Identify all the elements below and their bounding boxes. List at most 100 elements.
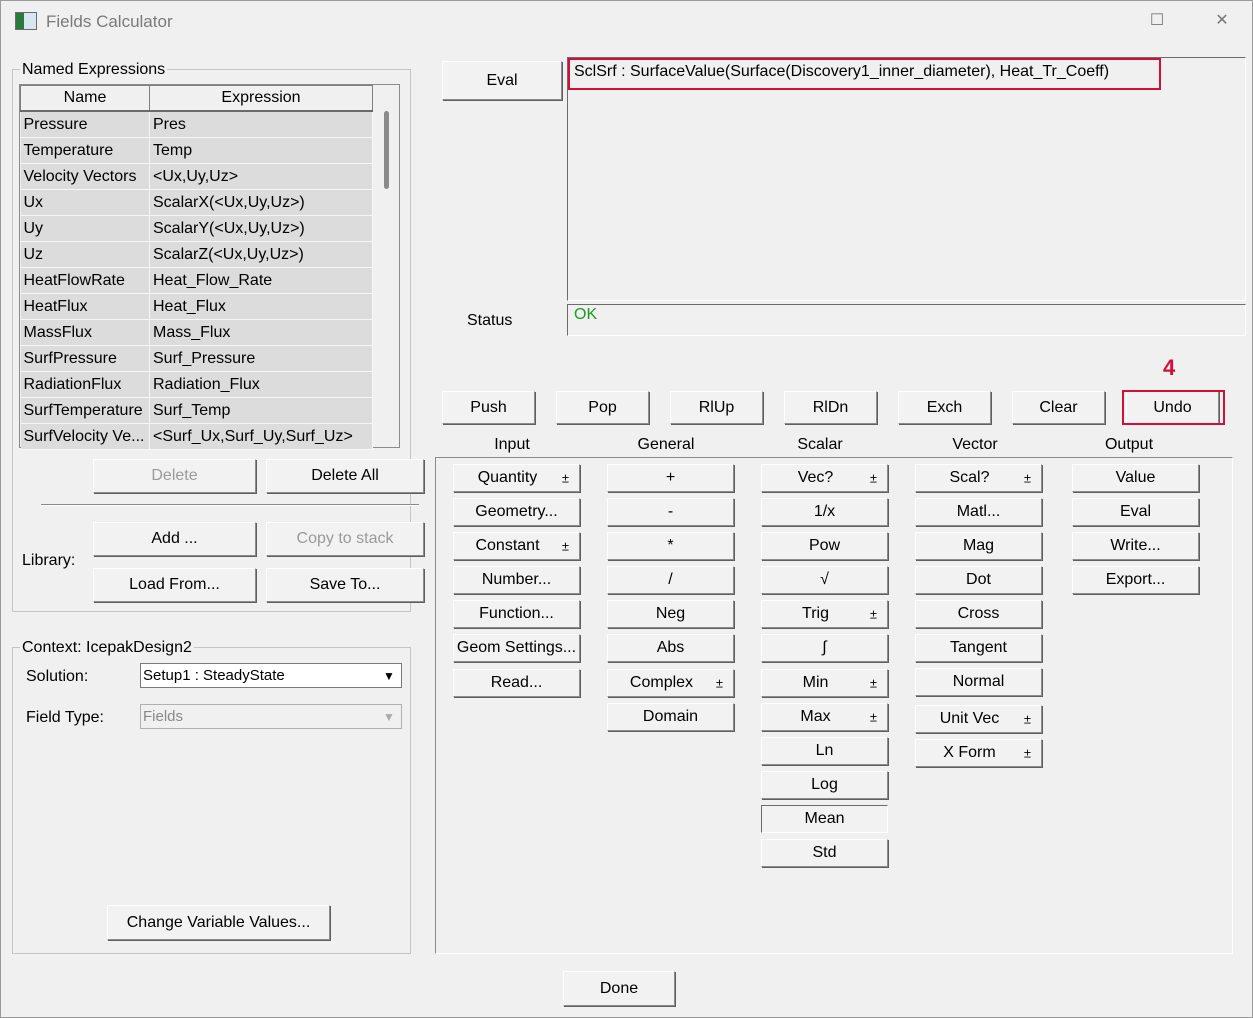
vector-normal-button[interactable]: Normal <box>915 668 1042 696</box>
general-op3-button[interactable]: / <box>607 566 734 594</box>
column-header-expression[interactable]: Expression <box>149 85 373 112</box>
cell-expression[interactable]: Heat_Flux <box>149 293 373 320</box>
table-row[interactable]: RadiationFlux Radiation_Flux <box>20 371 373 398</box>
vector-cross-button[interactable]: Cross <box>915 600 1042 628</box>
input-geometry-button[interactable]: Geometry... <box>453 498 580 526</box>
table-row[interactable]: Uy ScalarY(<Ux,Uy,Uz>) <box>20 215 373 242</box>
cell-expression[interactable]: <Surf_Ux,Surf_Uy,Surf_Uz> <box>149 423 373 450</box>
cell-expression[interactable]: Temp <box>149 137 373 164</box>
add-button[interactable]: Add ... <box>93 522 256 556</box>
pop-button[interactable]: Pop <box>556 391 649 424</box>
scalar-mean-button[interactable]: Mean <box>761 805 888 833</box>
output-value-button[interactable]: Value <box>1072 464 1199 492</box>
cell-expression[interactable]: ScalarX(<Ux,Uy,Uz>) <box>149 189 373 216</box>
general-neg-button[interactable]: Neg <box>607 600 734 628</box>
scalar-1-x-button[interactable]: 1/x <box>761 498 888 526</box>
cell-name[interactable]: SurfTemperature <box>20 397 150 424</box>
scalar-pow-button[interactable]: Pow <box>761 532 888 560</box>
cell-expression[interactable]: Surf_Temp <box>149 397 373 424</box>
cell-expression[interactable]: Radiation_Flux <box>149 371 373 398</box>
cell-expression[interactable]: Mass_Flux <box>149 319 373 346</box>
general-op0-button[interactable]: + <box>607 464 734 492</box>
table-row[interactable]: Pressure Pres <box>20 111 373 138</box>
cell-name[interactable]: Velocity Vectors <box>20 163 150 190</box>
cell-name[interactable]: HeatFlowRate <box>20 267 150 294</box>
input-read-button[interactable]: Read... <box>453 669 580 697</box>
scalar-log-button[interactable]: Log <box>761 771 888 799</box>
load-from-button[interactable]: Load From... <box>93 568 256 602</box>
general-op2-button[interactable]: * <box>607 532 734 560</box>
rlup-button[interactable]: RlUp <box>670 391 763 424</box>
input-quantity-button[interactable]: Quantity ± <box>453 464 580 492</box>
scrollbar-thumb[interactable] <box>384 111 389 189</box>
cell-name[interactable]: Ux <box>20 189 150 216</box>
scalar-op3-button[interactable]: √ <box>761 566 888 594</box>
cell-name[interactable]: Uz <box>20 241 150 268</box>
input-constant-button[interactable]: Constant ± <box>453 532 580 560</box>
vector-unit-vec-button[interactable]: Unit Vec ± <box>915 705 1042 733</box>
vector-x-form-button[interactable]: X Form ± <box>915 739 1042 767</box>
scalar-ln-button[interactable]: Ln <box>761 737 888 765</box>
output-eval-button[interactable]: Eval <box>1072 498 1199 526</box>
vector-mag-button[interactable]: Mag <box>915 532 1042 560</box>
input-function-button[interactable]: Function... <box>453 600 580 628</box>
scalar-min-button[interactable]: Min ± <box>761 669 888 697</box>
maximize-icon[interactable]: ☐ <box>1137 7 1177 35</box>
cell-name[interactable]: Temperature <box>20 137 150 164</box>
output-write-button[interactable]: Write... <box>1072 532 1199 560</box>
general-complex-button[interactable]: Complex ± <box>607 669 734 697</box>
solution-dropdown[interactable]: Setup1 : SteadyState ▼ <box>140 663 402 688</box>
scalar-max-button[interactable]: Max ± <box>761 703 888 731</box>
cell-name[interactable]: HeatFlux <box>20 293 150 320</box>
cell-name[interactable]: SurfVelocity Ve... <box>20 423 150 450</box>
input-number-button[interactable]: Number... <box>453 566 580 594</box>
table-row[interactable]: HeatFlux Heat_Flux <box>20 293 373 320</box>
save-to-button[interactable]: Save To... <box>266 568 424 602</box>
push-button[interactable]: Push <box>442 391 535 424</box>
general-abs-button[interactable]: Abs <box>607 634 734 662</box>
eval-button[interactable]: Eval <box>442 61 562 100</box>
rldn-button[interactable]: RlDn <box>784 391 877 424</box>
table-row[interactable]: MassFlux Mass_Flux <box>20 319 373 346</box>
cell-expression[interactable]: <Ux,Uy,Uz> <box>149 163 373 190</box>
delete-button[interactable]: Delete <box>93 459 256 493</box>
table-row[interactable]: Uz ScalarZ(<Ux,Uy,Uz>) <box>20 241 373 268</box>
scalar-op5-button[interactable]: ∫ <box>761 634 888 662</box>
input-geom-settings-button[interactable]: Geom Settings... <box>453 634 580 662</box>
output-export-button[interactable]: Export... <box>1072 566 1199 594</box>
field-type-dropdown[interactable]: Fields ▼ <box>140 704 402 729</box>
cell-expression[interactable]: ScalarY(<Ux,Uy,Uz>) <box>149 215 373 242</box>
cell-name[interactable]: RadiationFlux <box>20 371 150 398</box>
column-header-name[interactable]: Name <box>20 85 150 112</box>
scalar-vec-button[interactable]: Vec? ± <box>761 464 888 492</box>
general-op1-button[interactable]: - <box>607 498 734 526</box>
list-scrollbar[interactable] <box>375 109 399 447</box>
table-row[interactable]: Temperature Temp <box>20 137 373 164</box>
close-icon[interactable]: ✕ <box>1202 7 1242 35</box>
scalar-trig-button[interactable]: Trig ± <box>761 600 888 628</box>
table-row[interactable]: Velocity Vectors <Ux,Uy,Uz> <box>20 163 373 190</box>
cell-expression[interactable]: Surf_Pressure <box>149 345 373 372</box>
general-domain-button[interactable]: Domain <box>607 703 734 731</box>
cell-expression[interactable]: Pres <box>149 111 373 138</box>
table-row[interactable]: HeatFlowRate Heat_Flow_Rate <box>20 267 373 294</box>
change-variable-values-button[interactable]: Change Variable Values... <box>107 905 330 940</box>
cell-name[interactable]: MassFlux <box>20 319 150 346</box>
chevron-down-icon[interactable]: ▼ <box>377 705 401 728</box>
table-row[interactable]: SurfTemperature Surf_Temp <box>20 397 373 424</box>
cell-expression[interactable]: ScalarZ(<Ux,Uy,Uz>) <box>149 241 373 268</box>
vector-scal-button[interactable]: Scal? ± <box>915 464 1042 492</box>
vector-matl-button[interactable]: Matl... <box>915 498 1042 526</box>
table-row[interactable]: Ux ScalarX(<Ux,Uy,Uz>) <box>20 189 373 216</box>
cell-expression[interactable]: Heat_Flow_Rate <box>149 267 373 294</box>
table-row[interactable]: SurfVelocity Ve... <Surf_Ux,Surf_Uy,Surf_… <box>20 423 373 450</box>
copy-to-stack-button[interactable]: Copy to stack <box>266 522 424 556</box>
table-row[interactable]: SurfPressure Surf_Pressure <box>20 345 373 372</box>
stack-display[interactable] <box>567 57 1246 301</box>
cell-name[interactable]: Uy <box>20 215 150 242</box>
scalar-std-button[interactable]: Std <box>761 839 888 867</box>
vector-tangent-button[interactable]: Tangent <box>915 634 1042 662</box>
exch-button[interactable]: Exch <box>898 391 991 424</box>
cell-name[interactable]: Pressure <box>20 111 150 138</box>
done-button[interactable]: Done <box>563 971 675 1006</box>
